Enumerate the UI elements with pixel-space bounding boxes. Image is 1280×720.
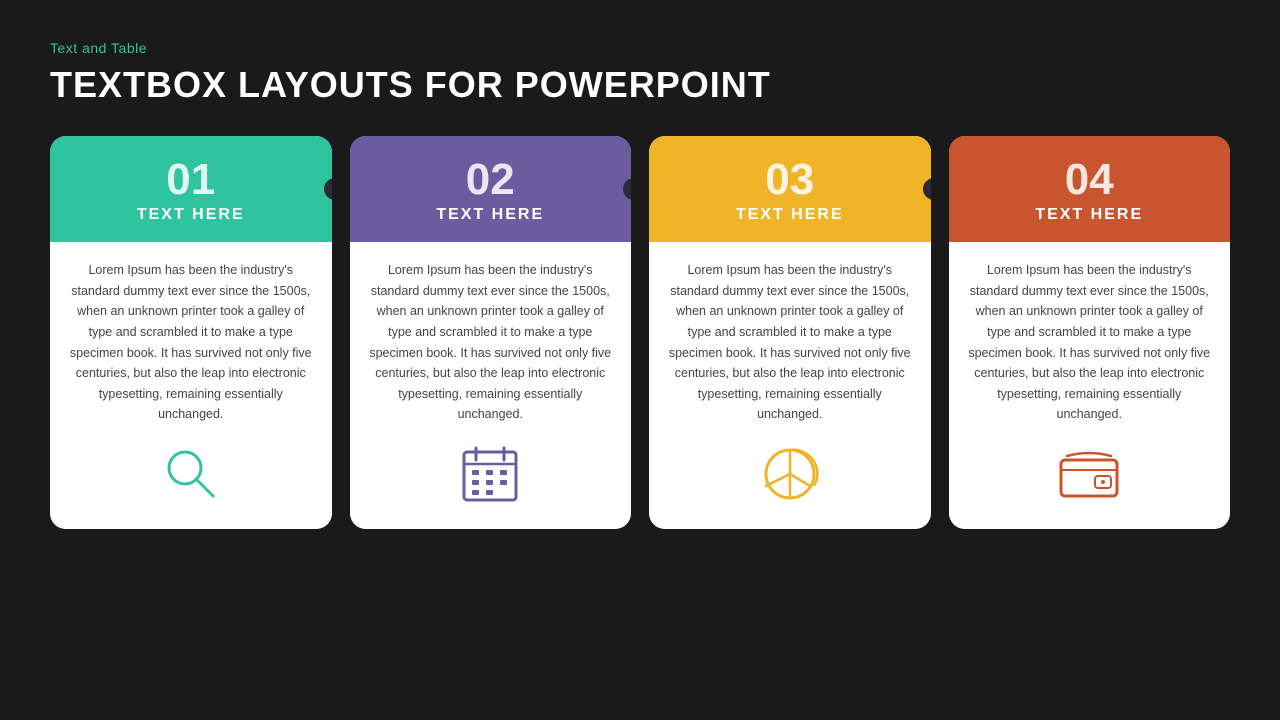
card-3: 03 TEXT HERE Lorem Ipsum has been the indu… — [649, 136, 931, 529]
card-number-3: 03 — [765, 158, 814, 202]
card-label-2: TEXT HERE — [436, 206, 544, 224]
card-text-4: Lorem Ipsum has been the industry's stan… — [965, 260, 1215, 425]
card-number-4: 04 — [1065, 158, 1114, 202]
card-wrapper-1: 01 TEXT HERE Lorem Ipsum has been the indu… — [50, 136, 332, 690]
card-wrapper-3: 03 TEXT HERE Lorem Ipsum has been the indu… — [649, 136, 931, 690]
card-header-1: 01 TEXT HERE — [50, 136, 332, 242]
card-2: 02 TEXT HERE Lorem Ipsum has been the indu… — [350, 136, 632, 529]
card-number-2: 02 — [466, 158, 515, 202]
card-text-1: Lorem Ipsum has been the industry's stan… — [66, 260, 316, 425]
cards-container: 01 TEXT HERE Lorem Ipsum has been the indu… — [50, 136, 1230, 690]
card-icon-4 — [1057, 439, 1121, 509]
card-wrapper-2: 02 TEXT HERE Lorem Ipsum has been the indu… — [350, 136, 632, 690]
slide: Text and Table TEXTBOX LAYOUTS FOR POWER… — [0, 0, 1280, 720]
card-label-4: TEXT HERE — [1035, 206, 1143, 224]
card-body-1: Lorem Ipsum has been the industry's stan… — [50, 242, 332, 529]
card-header-4: 04 TEXT HERE — [949, 136, 1231, 242]
card-wrapper-4: 04 TEXT HERE Lorem Ipsum has been the indu… — [949, 136, 1231, 690]
card-body-3: Lorem Ipsum has been the industry's stan… — [649, 242, 931, 529]
card-text-3: Lorem Ipsum has been the industry's stan… — [665, 260, 915, 425]
card-header-2: 02 TEXT HERE — [350, 136, 632, 242]
card-header-3: 03 TEXT HERE — [649, 136, 931, 242]
card-1: 01 TEXT HERE Lorem Ipsum has been the indu… — [50, 136, 332, 529]
card-icon-1 — [159, 439, 223, 509]
card-label-1: TEXT HERE — [137, 206, 245, 224]
card-4: 04 TEXT HERE Lorem Ipsum has been the indu… — [949, 136, 1231, 529]
card-body-2: Lorem Ipsum has been the industry's stan… — [350, 242, 632, 529]
card-number-1: 01 — [166, 158, 215, 202]
subtitle: Text and Table — [50, 40, 1230, 56]
card-icon-2 — [458, 439, 522, 509]
card-text-2: Lorem Ipsum has been the industry's stan… — [366, 260, 616, 425]
card-body-4: Lorem Ipsum has been the industry's stan… — [949, 242, 1231, 529]
main-title: TEXTBOX LAYOUTS FOR POWERPOINT — [50, 64, 1230, 106]
card-label-3: TEXT HERE — [736, 206, 844, 224]
card-icon-3 — [758, 439, 822, 509]
